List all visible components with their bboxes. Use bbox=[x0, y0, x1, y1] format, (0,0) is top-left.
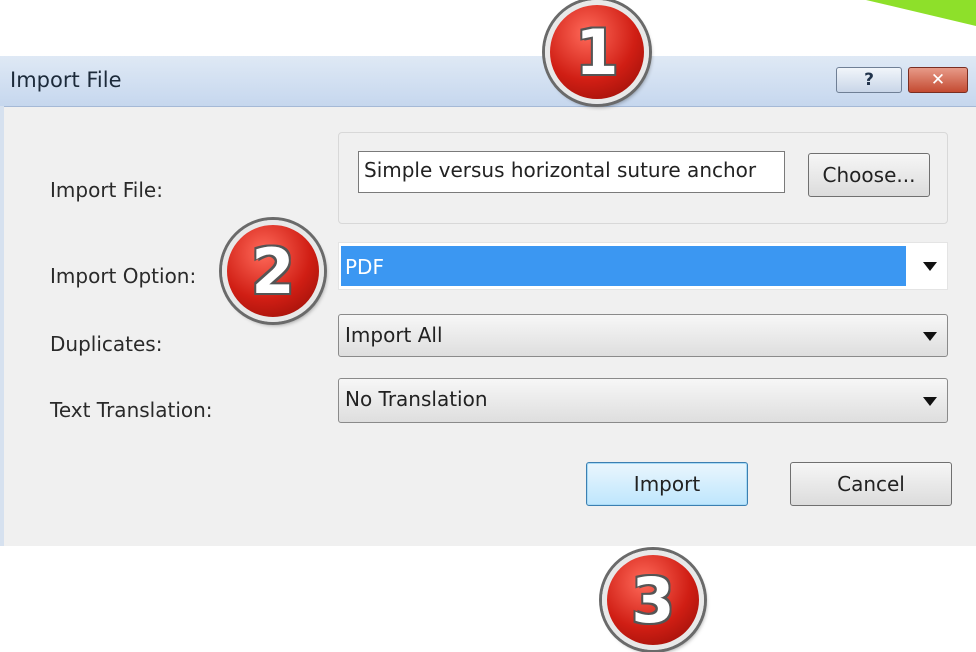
dropdown-arrow-icon bbox=[923, 396, 937, 406]
import-option-label: Import Option: bbox=[50, 264, 197, 288]
import-file-dialog: Import File ? ✕ Import File: Simple vers… bbox=[0, 56, 976, 546]
callout-badge-2: 2 bbox=[222, 220, 324, 322]
close-icon: ✕ bbox=[930, 70, 946, 90]
text-translation-label: Text Translation: bbox=[50, 398, 213, 422]
import-button[interactable]: Import bbox=[586, 462, 748, 506]
duplicates-label: Duplicates: bbox=[50, 332, 163, 356]
import-option-select[interactable]: PDF bbox=[338, 242, 948, 290]
choose-button[interactable]: Choose... bbox=[808, 153, 930, 197]
green-corner-decoration bbox=[866, 0, 976, 26]
window-border bbox=[0, 106, 4, 546]
dropdown-arrow-icon bbox=[923, 262, 937, 271]
text-translation-value: No Translation bbox=[345, 387, 488, 411]
text-translation-select[interactable]: No Translation bbox=[338, 378, 948, 423]
selected-option-highlight bbox=[341, 246, 906, 286]
duplicates-value: Import All bbox=[345, 323, 443, 347]
help-icon: ? bbox=[864, 70, 874, 90]
import-file-input[interactable]: Simple versus horizontal suture anchor bbox=[358, 151, 785, 193]
cancel-button[interactable]: Cancel bbox=[790, 462, 952, 506]
dropdown-arrow-icon bbox=[923, 331, 937, 341]
import-option-value: PDF bbox=[345, 255, 384, 279]
close-button[interactable]: ✕ bbox=[908, 67, 968, 93]
title-bar: Import File ? ✕ bbox=[0, 56, 976, 107]
window-title: Import File bbox=[10, 68, 122, 92]
import-file-label: Import File: bbox=[50, 178, 163, 202]
help-button[interactable]: ? bbox=[836, 67, 902, 93]
duplicates-select[interactable]: Import All bbox=[338, 314, 948, 357]
callout-badge-1: 1 bbox=[545, 0, 649, 104]
callout-badge-3: 3 bbox=[602, 550, 704, 650]
